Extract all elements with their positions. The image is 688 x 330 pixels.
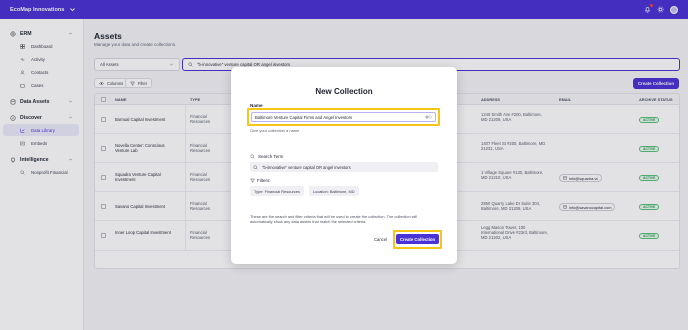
search-icon — [253, 165, 258, 170]
collection-name-field[interactable]: Baltimore Venture Capital Firms and Ange… — [251, 112, 436, 122]
search-term-display: "b-innovative" venture capital OR angel … — [250, 162, 438, 172]
collection-name-value: Baltimore Venture Capital Firms and Ange… — [255, 114, 353, 120]
name-help-text: Give your collection a name — [250, 128, 300, 133]
search-term-label: Search Term — [250, 154, 283, 159]
filter-chip-location: Location: Baltimore, MD — [309, 186, 359, 196]
create-collection-confirm-button[interactable]: Create Collection — [396, 234, 439, 244]
filters-label-text: Filters: — [257, 178, 271, 183]
search-term-label-text: Search Term — [258, 154, 284, 159]
search-term-value: "b-innovative" venture capital OR angel … — [262, 164, 351, 170]
filter-chip-type: Type: Financial Resources — [250, 186, 304, 196]
new-collection-modal: New Collection Name Baltimore Venture Ca… — [231, 67, 457, 264]
criteria-note: These are the search and filter criteria… — [250, 214, 418, 225]
filters-label: Filters: — [250, 178, 271, 183]
cancel-button[interactable]: Cancel — [374, 237, 387, 242]
clear-icon[interactable] — [425, 115, 432, 119]
search-icon — [250, 154, 255, 159]
modal-title: New Collection — [315, 87, 373, 96]
filter-icon — [250, 178, 255, 183]
